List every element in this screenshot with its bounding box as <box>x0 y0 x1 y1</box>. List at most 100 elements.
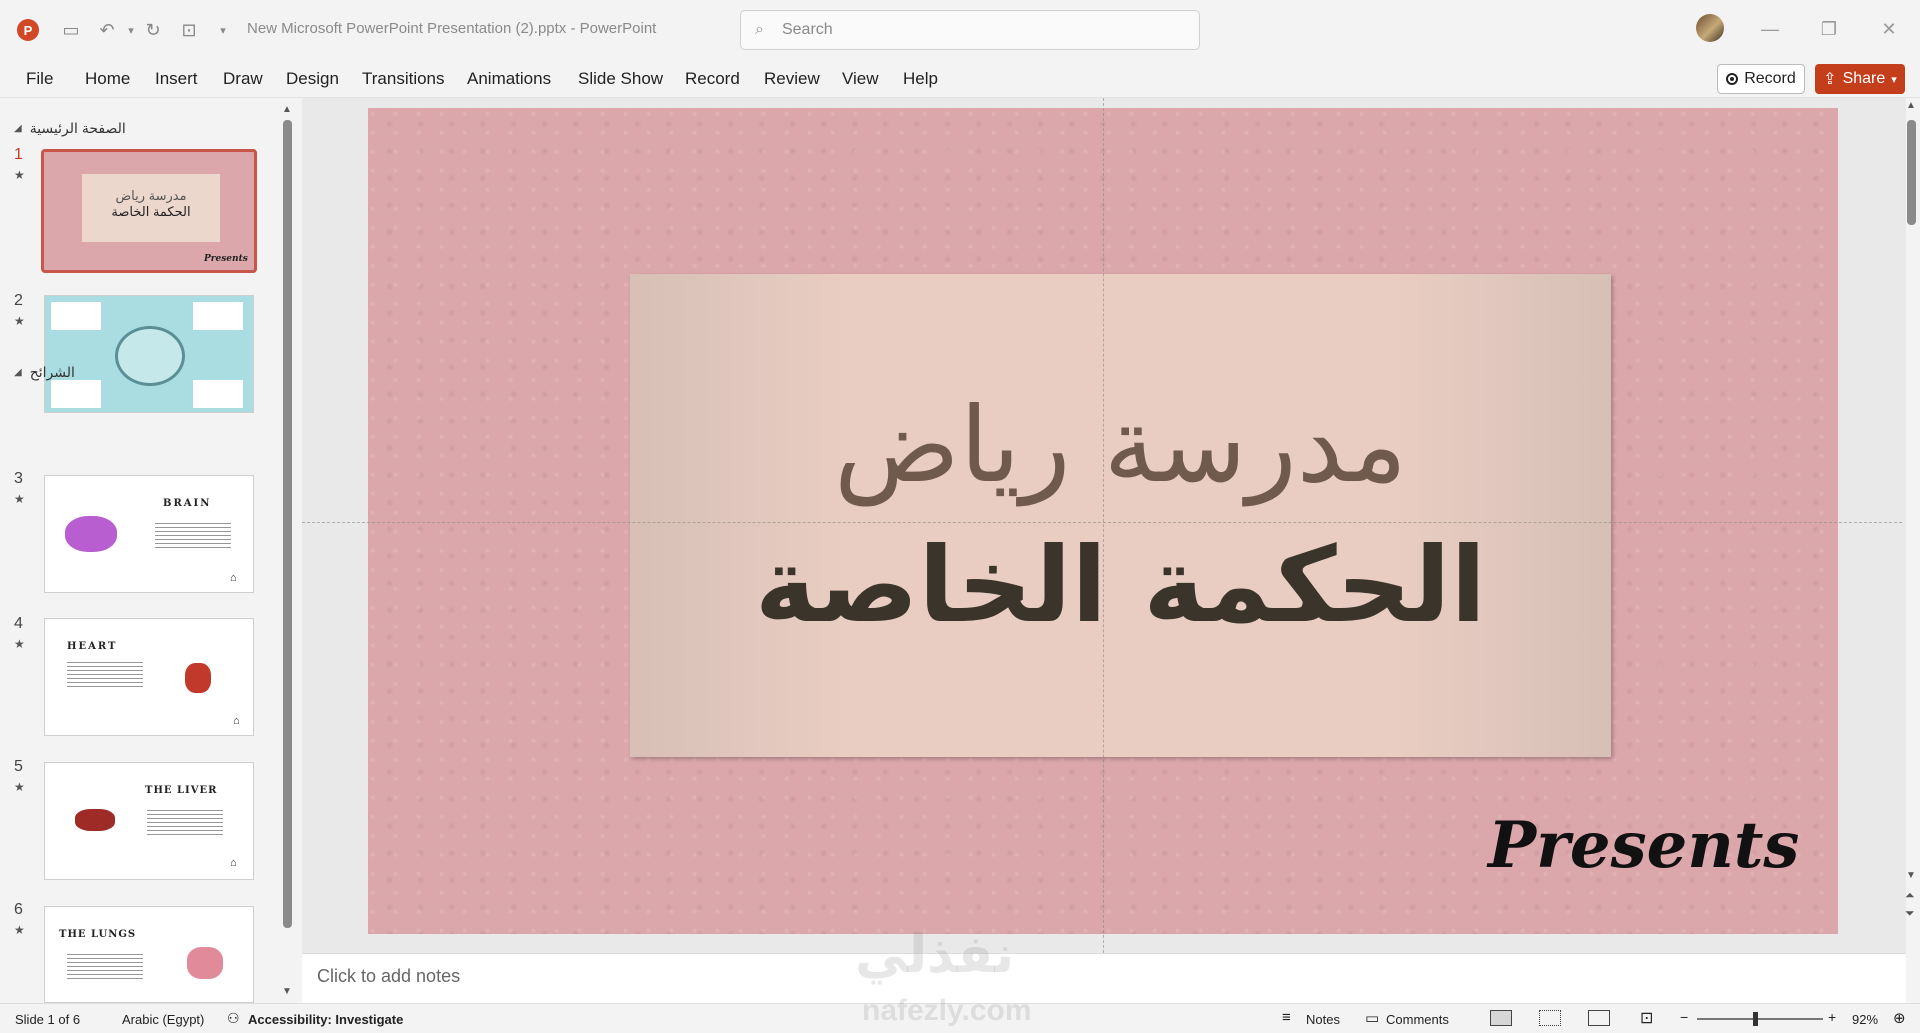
reading-view-icon[interactable] <box>1588 1010 1610 1026</box>
tab-transitions[interactable]: Transitions <box>362 69 445 89</box>
presents-text[interactable]: Presents <box>1488 808 1799 883</box>
next-slide-icon[interactable]: ⏷ <box>1905 906 1915 921</box>
scroll-down-icon[interactable]: ▼ <box>282 986 292 997</box>
slide-thumbnail-4[interactable]: HEART ⌂ <box>44 618 254 736</box>
thumb-heading: THE LIVER <box>145 785 218 796</box>
thumb-card <box>51 302 101 330</box>
chevron-down-icon[interactable]: ▾ <box>1891 73 1897 86</box>
tab-design[interactable]: Design <box>286 69 339 89</box>
comments-button[interactable]: Comments <box>1386 1012 1449 1027</box>
comments-icon[interactable]: ▭ <box>1365 1009 1379 1027</box>
tab-review[interactable]: Review <box>764 69 820 89</box>
search-input[interactable]: Search <box>782 21 833 39</box>
minimize-icon[interactable]: — <box>1755 16 1785 42</box>
close-icon[interactable]: ✕ <box>1874 16 1904 42</box>
thumb-body-text <box>147 807 223 835</box>
watermark-latin: nafezly.com <box>862 994 1032 1027</box>
notes-input[interactable]: Click to add notes <box>317 966 460 987</box>
slide-editor: مدرسة رياض الحكمة الخاصة Presents <box>302 98 1906 953</box>
slide-number: 5 <box>14 758 23 775</box>
building-photo-fill <box>630 274 1611 757</box>
slide-thumbnail-2[interactable] <box>44 295 254 413</box>
section-label: الصفحة الرئيسية <box>29 120 126 136</box>
section-header-home[interactable]: ◢ الصفحة الرئيسية <box>14 120 126 137</box>
home-icon: ⌂ <box>230 572 237 584</box>
zoom-in-icon[interactable]: + <box>1828 1009 1836 1025</box>
scrollbar-thumb[interactable] <box>283 120 292 928</box>
slide-thumbnail-3[interactable]: BRAIN ⌂ <box>44 475 254 593</box>
notes-icon[interactable]: ≡ <box>1282 1009 1291 1026</box>
share-icon: ⇪ <box>1823 71 1837 88</box>
thumb-heading: BRAIN <box>163 498 212 509</box>
thumb-title-line2: الحكمة الخاصة <box>111 204 191 219</box>
accessibility-icon[interactable]: ⚇ <box>227 1010 240 1027</box>
thumb-card <box>193 302 243 330</box>
thumb-organs-circle <box>115 326 185 386</box>
language-indicator[interactable]: Arabic (Egypt) <box>122 1012 204 1027</box>
slide-number: 2 <box>14 292 23 309</box>
horizontal-guide <box>302 522 1902 523</box>
zoom-slider-thumb[interactable] <box>1753 1012 1758 1026</box>
scrollbar-thumb[interactable] <box>1907 120 1916 225</box>
scroll-up-icon[interactable]: ▲ <box>282 104 292 115</box>
search-box[interactable]: ⌕ Search <box>740 10 1200 50</box>
zoom-out-icon[interactable]: − <box>1680 1009 1688 1025</box>
ribbon-tabs: File Home Insert Draw Design Transitions… <box>0 58 1920 98</box>
record-icon <box>1726 73 1739 85</box>
editor-scrollbar[interactable]: ▲ ▼ ⏶ ⏷ <box>1904 100 1920 930</box>
record-button[interactable]: Record <box>1717 64 1805 94</box>
animation-star-icon: ★ <box>14 492 25 506</box>
tab-slide-show[interactable]: Slide Show <box>578 69 663 89</box>
slide-title-line2[interactable]: الحكمة الخاصة <box>630 524 1611 646</box>
slide-title-line1[interactable]: مدرسة رياض <box>630 384 1611 506</box>
fit-to-window-icon[interactable]: ⊕ <box>1893 1009 1906 1027</box>
slide-counter: Slide 1 of 6 <box>15 1012 81 1027</box>
notes-button[interactable]: Notes <box>1306 1012 1340 1027</box>
slideshow-icon[interactable]: ⊡ <box>1640 1008 1653 1028</box>
thumb-body-text <box>67 659 143 687</box>
section-header-slides[interactable]: ◢ الشرائح <box>14 364 75 381</box>
section-label: الشرائح <box>29 364 75 380</box>
accessibility-status[interactable]: Accessibility: Investigate <box>248 1012 403 1027</box>
animation-star-icon: ★ <box>14 780 25 794</box>
slide-thumbnail-1[interactable]: مدرسة رياض الحكمة الخاصة Presents <box>41 149 257 273</box>
brain-icon <box>65 516 117 552</box>
title-placeholder[interactable]: مدرسة رياض الحكمة الخاصة <box>630 274 1611 757</box>
redo-icon[interactable]: ↻ <box>140 18 166 42</box>
share-button[interactable]: ⇪ Share ▾ <box>1815 64 1905 94</box>
zoom-slider[interactable] <box>1697 1018 1823 1020</box>
tab-help[interactable]: Help <box>903 69 938 89</box>
liver-icon <box>75 809 115 831</box>
slide-thumbnail-6[interactable]: THE LUNGS <box>44 906 254 1003</box>
thumb-card <box>51 380 101 408</box>
tab-file[interactable]: File <box>26 69 53 89</box>
tab-view[interactable]: View <box>842 69 879 89</box>
tab-home[interactable]: Home <box>85 69 130 89</box>
avatar[interactable] <box>1696 14 1724 42</box>
restore-icon[interactable]: ❐ <box>1814 16 1844 42</box>
tab-insert[interactable]: Insert <box>155 69 198 89</box>
home-icon: ⌂ <box>233 715 240 727</box>
thumbnails-scrollbar[interactable]: ▲ ▼ <box>282 104 294 997</box>
normal-view-icon[interactable] <box>1490 1010 1512 1026</box>
scroll-down-icon[interactable]: ▼ <box>1906 870 1916 881</box>
slide-thumbnail-5[interactable]: THE LIVER ⌂ <box>44 762 254 880</box>
previous-slide-icon[interactable]: ⏶ <box>1905 888 1915 903</box>
animation-star-icon: ★ <box>14 637 25 651</box>
thumb-heading: HEART <box>67 641 118 652</box>
save-icon[interactable]: ▭ <box>58 18 84 42</box>
present-from-start-icon[interactable]: ⊡ <box>176 18 202 42</box>
tab-draw[interactable]: Draw <box>223 69 263 89</box>
zoom-level[interactable]: 92% <box>1852 1012 1878 1027</box>
tab-animations[interactable]: Animations <box>467 69 551 89</box>
collapse-triangle-icon[interactable]: ◢ <box>14 123 22 134</box>
customize-toolbar-icon[interactable]: ▾ <box>210 18 236 42</box>
undo-icon[interactable]: ↶ <box>94 18 120 42</box>
slide-sorter-icon[interactable] <box>1539 1010 1561 1026</box>
tab-record[interactable]: Record <box>685 69 740 89</box>
vertical-guide <box>1103 98 1104 953</box>
scroll-up-icon[interactable]: ▲ <box>1906 100 1916 111</box>
slide-number: 6 <box>14 901 23 918</box>
notes-pane[interactable]: Click to add notes <box>302 953 1906 1003</box>
collapse-triangle-icon[interactable]: ◢ <box>14 367 22 378</box>
